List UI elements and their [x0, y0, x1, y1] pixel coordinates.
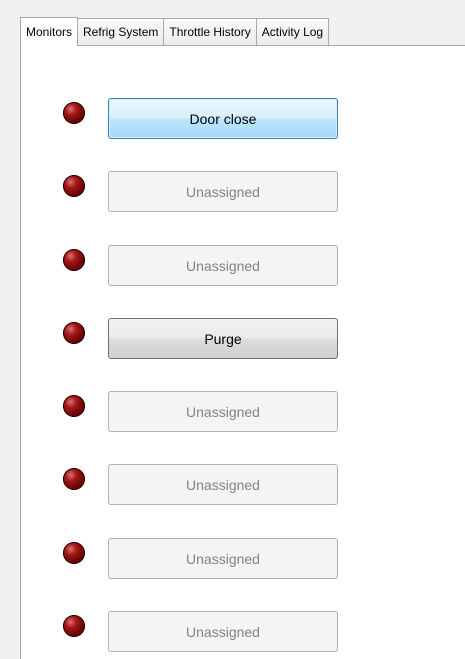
- tab-refrig-system[interactable]: Refrig System: [78, 18, 165, 45]
- status-led-icon: [63, 395, 85, 417]
- monitors-tab-page: Door close Unassigned Unassigned Purge U…: [20, 45, 465, 659]
- tab-activity-log[interactable]: Activity Log: [256, 18, 330, 45]
- status-led-icon: [63, 542, 85, 564]
- status-led-icon: [63, 102, 85, 124]
- status-led-icon: [63, 249, 85, 271]
- unassigned-button[interactable]: Unassigned: [108, 171, 338, 212]
- status-led-icon: [63, 175, 85, 197]
- unassigned-button[interactable]: Unassigned: [108, 538, 338, 579]
- tab-throttle-history[interactable]: Throttle History: [164, 18, 257, 45]
- unassigned-button[interactable]: Unassigned: [108, 391, 338, 432]
- status-led-icon: [63, 468, 85, 490]
- unassigned-button[interactable]: Unassigned: [108, 611, 338, 652]
- unassigned-button[interactable]: Unassigned: [108, 245, 338, 286]
- status-led-icon: [63, 615, 85, 637]
- purge-button[interactable]: Purge: [108, 318, 338, 359]
- door-close-button[interactable]: Door close: [108, 98, 338, 139]
- status-led-icon: [63, 322, 85, 344]
- tab-monitors[interactable]: Monitors: [20, 17, 79, 46]
- tab-strip: Monitors Refrig System Throttle History …: [20, 17, 330, 46]
- unassigned-button[interactable]: Unassigned: [108, 464, 338, 505]
- monitors-window: Monitors Refrig System Throttle History …: [0, 0, 465, 659]
